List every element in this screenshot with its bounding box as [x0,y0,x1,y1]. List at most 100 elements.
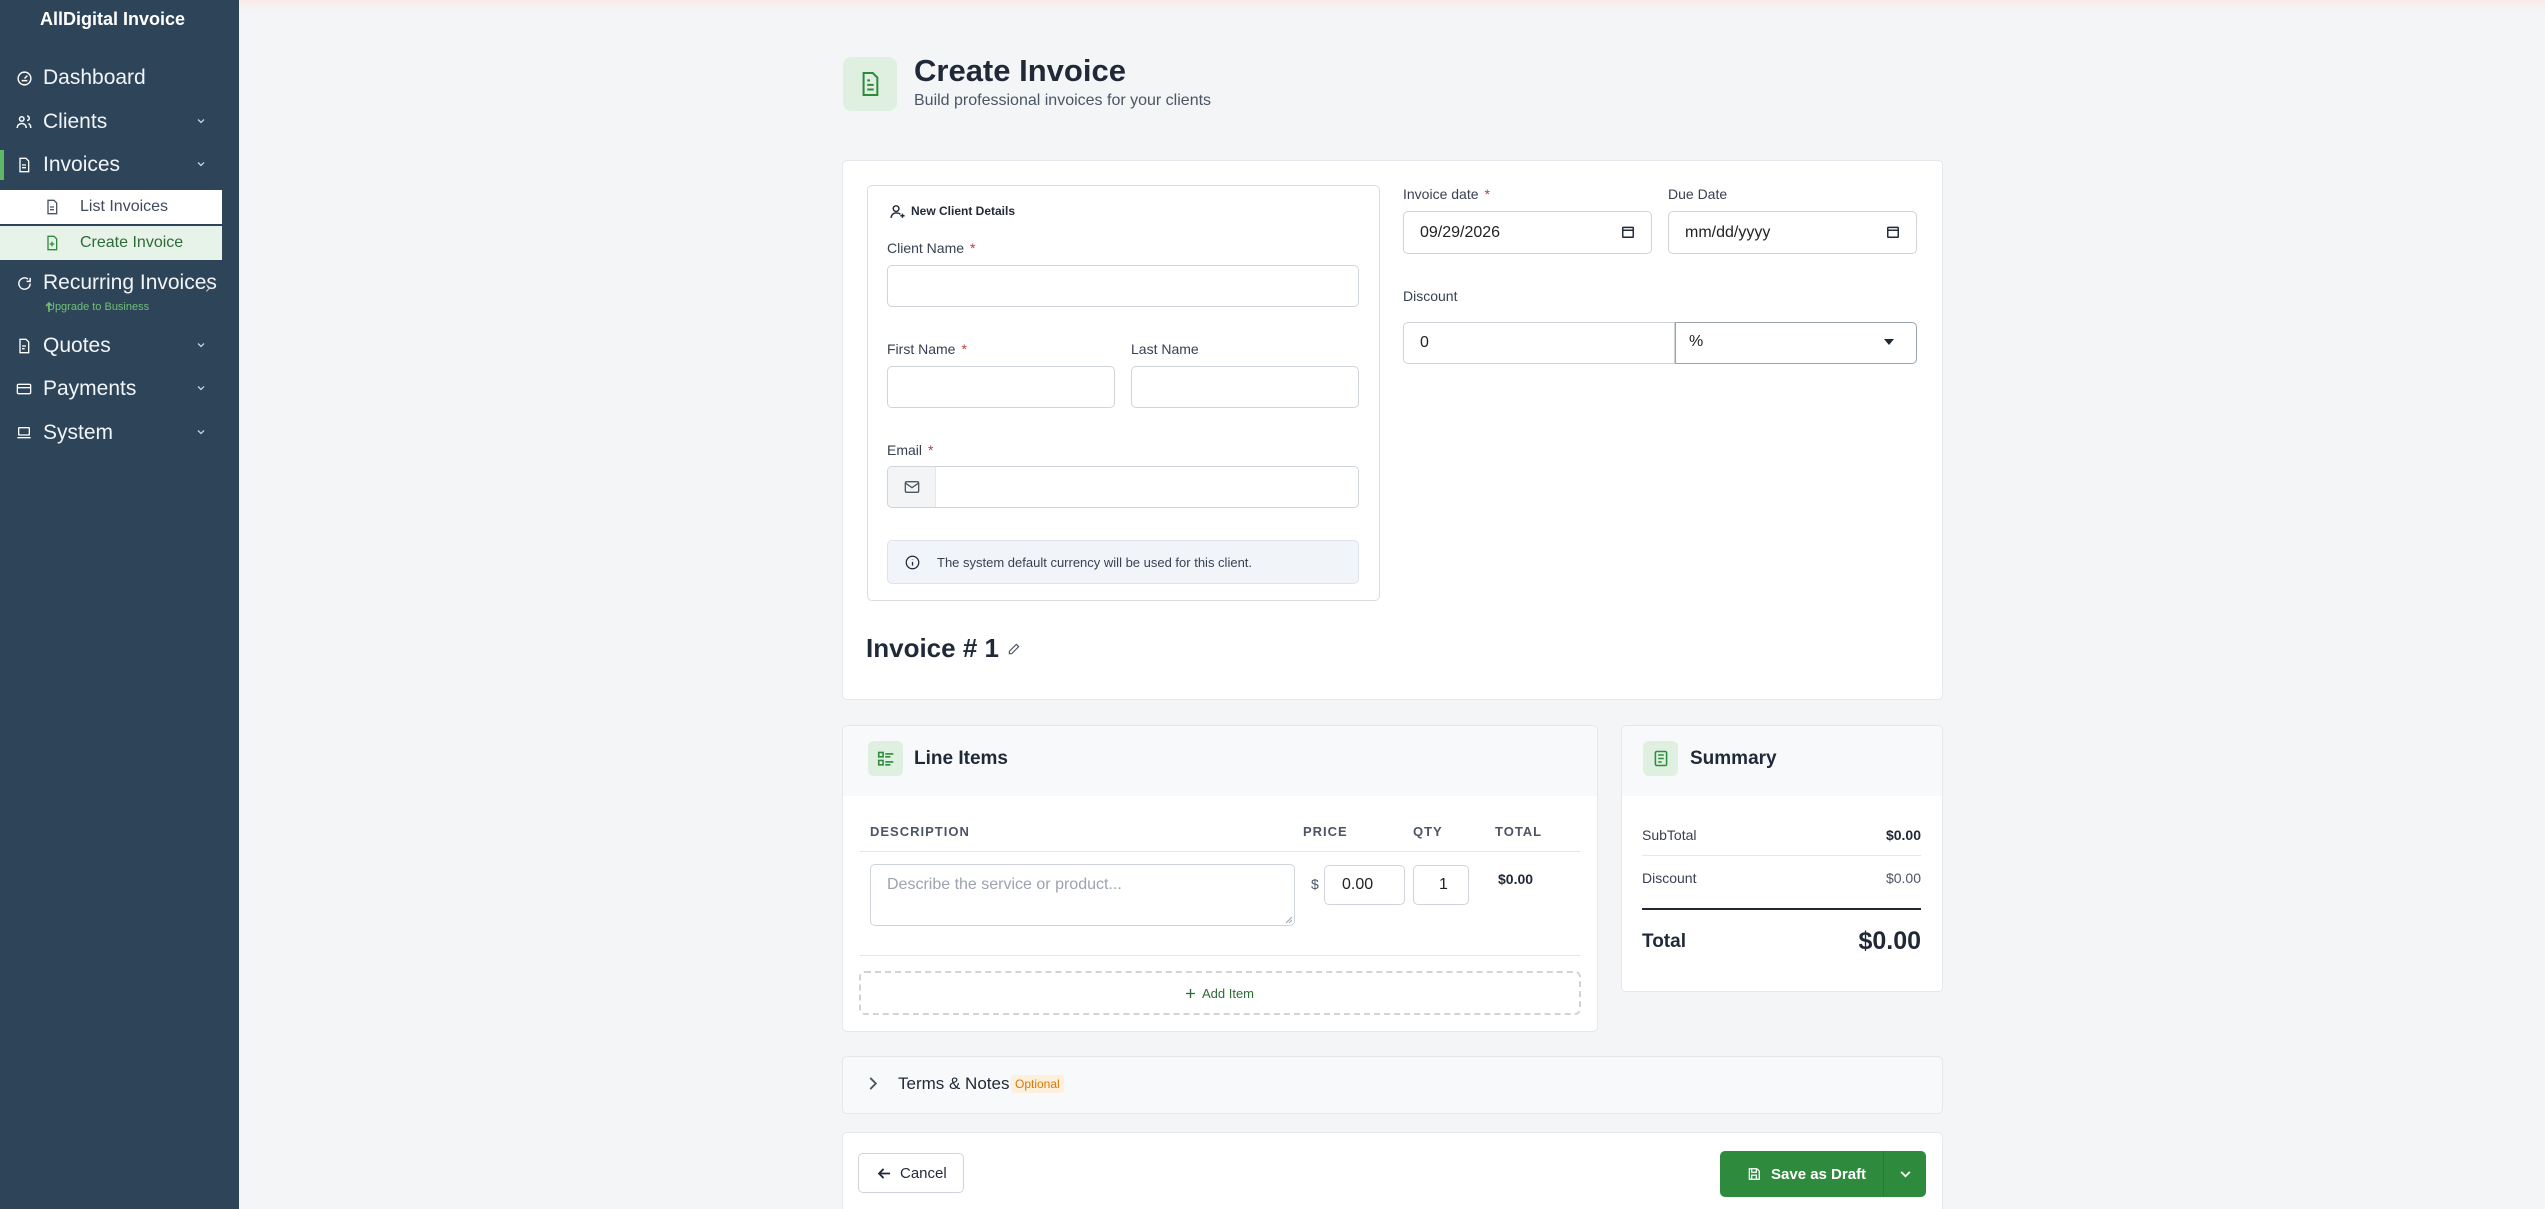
page-title: Create Invoice [914,53,1126,88]
sidebar-item-label: Payments [43,377,137,400]
invoice-date-value: 09/29/2026 [1420,224,1501,241]
discount-label: Discount [1403,288,1458,304]
add-user-icon [889,203,906,220]
discount-summary-value: $0.00 [1885,870,1921,886]
chevron-down-icon [192,423,210,441]
upgrade-note[interactable]: Upgrade to Business [47,301,149,313]
column-header-total: TOTAL [1495,824,1543,839]
recurring-icon [15,274,33,292]
description-textarea[interactable]: Describe the service or product... [870,864,1295,926]
discount-value: 0 [1420,334,1429,351]
qty-input[interactable]: 1 [1413,865,1469,905]
chevron-down-icon [192,112,210,130]
add-item-label: Add Item [1201,985,1255,1001]
page-header-icon [843,57,897,111]
sidebar-item-label: Quotes [43,334,111,357]
save-draft-label: Save as Draft [1771,1165,1867,1183]
save-draft-main[interactable]: Save as Draft [1720,1151,1884,1197]
sidebar-subitem-label: Create Invoice [80,234,184,251]
summary-total-divider [1642,908,1921,910]
sidebar-item-system[interactable]: System [0,414,225,452]
quote-icon [15,337,33,355]
sidebar-item-label: Recurring Invoices [43,271,217,294]
mail-icon [904,480,920,494]
currency-info-box: The system default currency will be used… [887,540,1359,584]
summary-discount-row: Discount $0.00 [1642,870,1921,890]
price-input[interactable]: 0.00 [1324,865,1405,905]
sidebar-subitem-list-invoices[interactable]: List Invoices [0,190,222,224]
email-addon [888,467,936,507]
table-header-divider [860,851,1580,852]
invoice-date-label: Invoice date * [1403,186,1490,202]
calendar-icon[interactable] [1621,225,1635,239]
system-icon [15,424,33,442]
first-name-label: First Name * [887,341,967,357]
discount-type-select[interactable]: % [1675,322,1917,364]
due-date-label: Due Date [1668,186,1728,202]
new-client-title: New Client Details [911,204,1016,218]
column-header-qty: QTY [1413,824,1443,839]
sidebar-item-quotes[interactable]: Quotes [0,327,225,365]
sidebar-subitem-create-invoice[interactable]: Create Invoice [0,226,222,260]
first-name-input[interactable] [887,366,1115,408]
summary-header-icon [1643,741,1678,776]
add-item-button[interactable]: Add Item [859,971,1581,1015]
row-divider [860,955,1580,956]
sidebar-item-label: Dashboard [43,66,146,89]
cancel-label: Cancel [900,1164,947,1182]
email-field[interactable] [887,466,1359,508]
price-value: 0.00 [1342,876,1374,893]
chevron-right-icon [869,1077,878,1090]
arrow-left-icon [878,1167,891,1179]
discount-summary-label: Discount [1642,870,1697,886]
edit-pencil-icon[interactable] [1007,642,1021,656]
calendar-icon[interactable] [1886,225,1900,239]
discount-input[interactable]: 0 [1403,322,1675,364]
invoice-date-input[interactable]: 09/29/2026 [1403,211,1652,254]
invoice-number: Invoice # 1 [866,633,999,663]
description-placeholder: Describe the service or product... [887,876,1122,893]
save-options-chevron-icon[interactable] [1884,1151,1926,1197]
payments-icon [15,380,33,398]
email-label: Email * [887,442,934,458]
sidebar-subitem-label: List Invoices [80,198,169,215]
sidebar-item-label: Invoices [43,153,121,176]
info-icon [905,555,920,570]
sidebar-item-label: Clients [43,110,108,133]
sidebar-item-label: System [43,421,114,444]
summary-subtotal-row: SubTotal $0.00 [1642,827,1921,847]
column-header-price: PRICE [1303,824,1348,839]
dashboard-icon [15,69,33,87]
subtotal-value: $0.00 [1885,827,1921,843]
sidebar-item-dashboard[interactable]: Dashboard [0,59,225,97]
sidebar-item-clients[interactable]: Clients [0,103,225,141]
chevron-down-icon [192,336,210,354]
sidebar-item-payments[interactable]: Payments [0,370,225,408]
summary-divider [1642,855,1921,856]
client-name-input[interactable] [887,265,1359,307]
column-header-description: DESCRIPTION [870,824,970,839]
sidebar-item-invoices[interactable]: Invoices [0,146,225,184]
lock-icon [203,282,215,296]
invoice-icon [15,156,33,174]
qty-value: 1 [1439,876,1448,893]
summary-total-row: Total $0.00 [1642,927,1921,958]
last-name-label: Last Name [1131,341,1199,357]
row-total: $0.00 [1498,871,1534,887]
resize-handle-icon[interactable] [1285,916,1293,924]
document-icon [44,199,60,215]
due-date-input[interactable]: mm/dd/yyyy [1668,211,1917,254]
save-draft-button[interactable]: Save as Draft [1720,1151,1926,1197]
currency-note: The system default currency will be used… [937,555,1253,570]
caret-down-icon [1884,339,1894,345]
clients-icon [15,113,33,131]
chevron-down-icon [192,155,210,173]
line-items-header-icon [868,741,903,776]
save-icon [1747,1167,1761,1181]
discount-type-value: % [1689,333,1704,350]
currency-symbol: $ [1311,876,1319,892]
page-subtitle: Build professional invoices for your cli… [914,92,1212,109]
last-name-input[interactable] [1131,366,1359,408]
cancel-button[interactable]: Cancel [858,1153,964,1193]
subtotal-label: SubTotal [1642,827,1697,843]
